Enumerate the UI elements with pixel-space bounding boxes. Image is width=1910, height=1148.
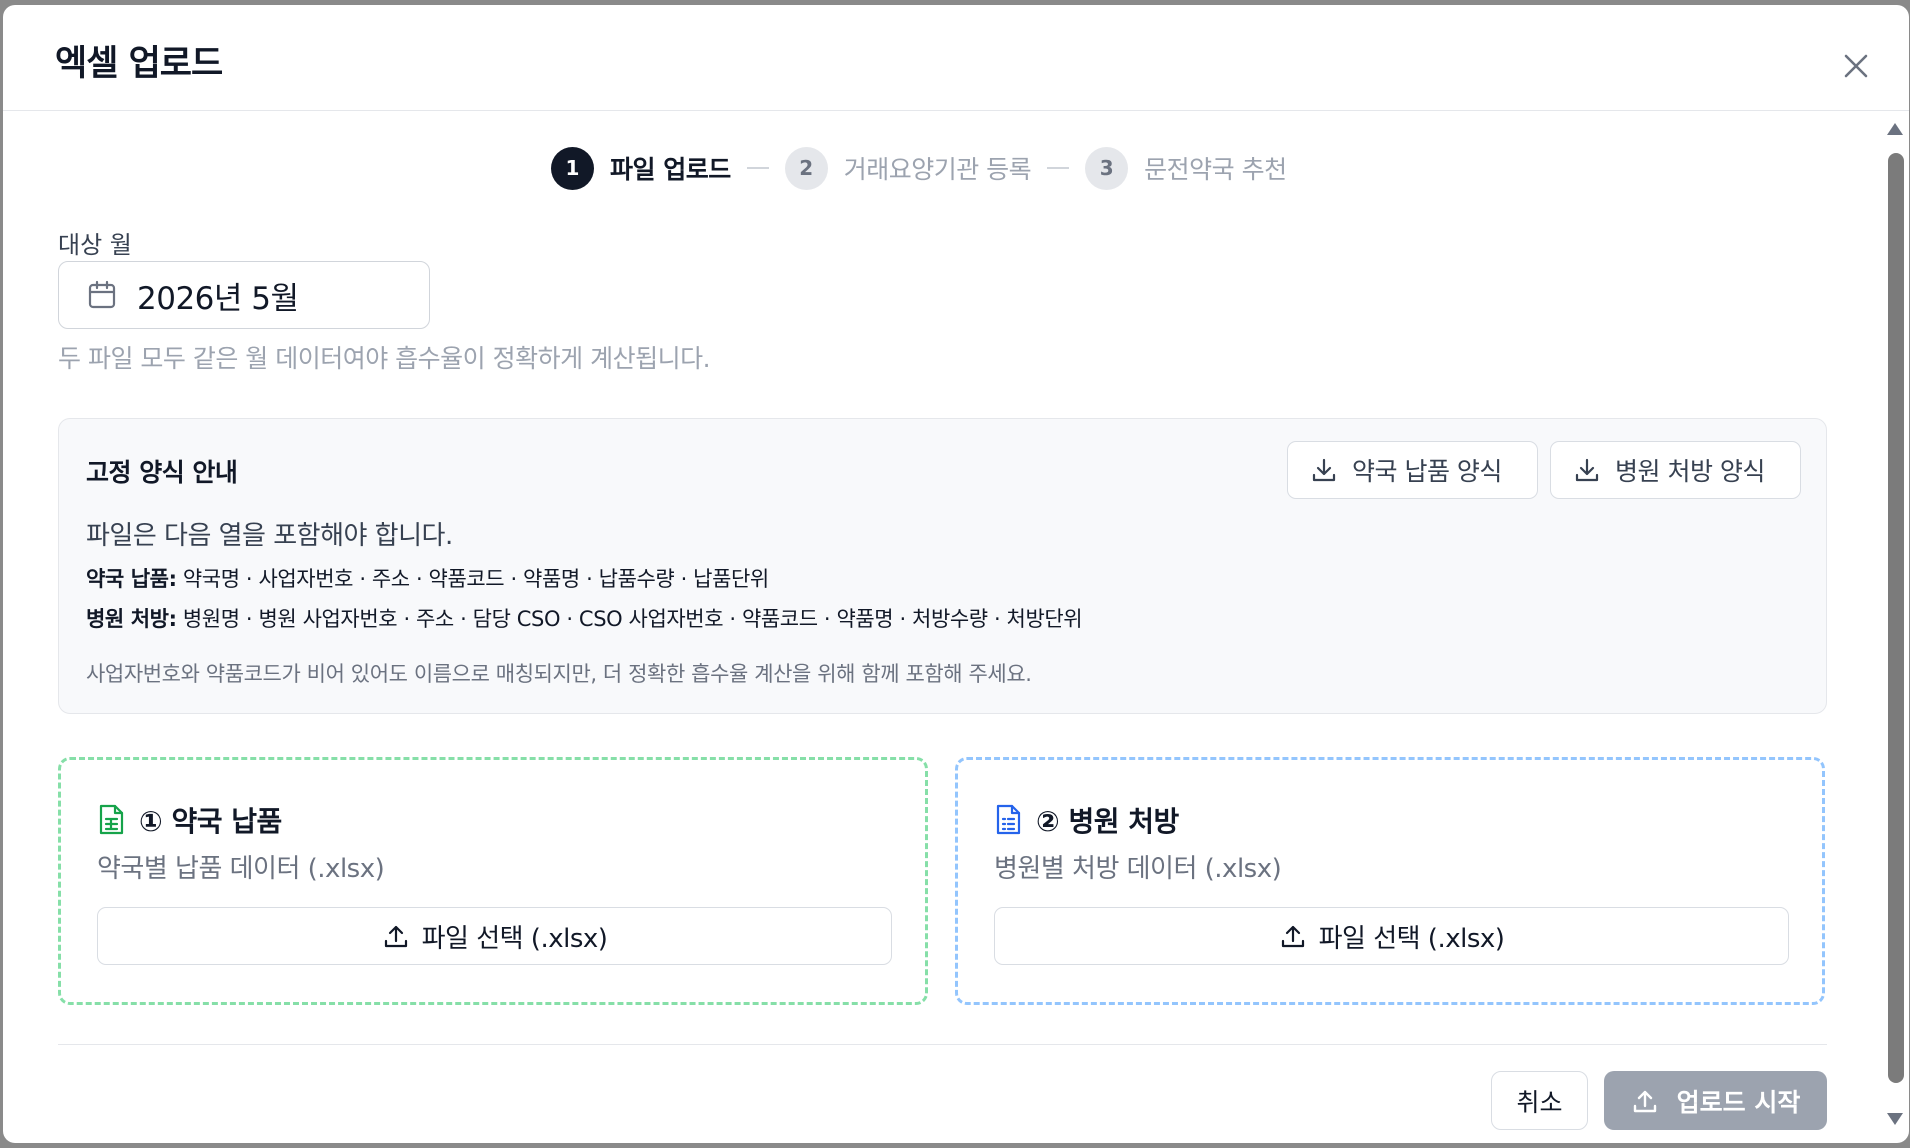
download-icon <box>1573 456 1601 484</box>
step-number: 3 <box>1085 146 1129 190</box>
document-icon <box>994 804 1022 836</box>
hospital-card-title: ② 병원 처방 <box>1036 805 1179 838</box>
pharmacy-columns: 약국 납품: 약국명 · 사업자번호 · 주소 · 약품코드 · 약품명 · 납… <box>86 563 769 593</box>
step-number: 2 <box>784 146 828 190</box>
hospital-card-title-row: ② 병원 처방 <box>994 800 1179 840</box>
download-pharmacy-template-button[interactable]: 약국 납품 양식 <box>1287 441 1538 499</box>
pharmacy-card-title: ① 약국 납품 <box>139 805 282 838</box>
format-guide: 고정 양식 안내 약국 납품 양식 병원 처방 양식 파일은 다음 열을 포함해… <box>58 418 1827 714</box>
month-value: 2026년 5월 <box>137 280 299 317</box>
pharmacy-card-title-row: ① 약국 납품 <box>97 800 282 840</box>
scroll-up-arrow-icon[interactable] <box>1887 123 1903 135</box>
guide-title: 고정 양식 안내 <box>86 458 238 487</box>
pharmacy-columns-key: 약국 납품: <box>86 567 177 591</box>
upload-icon <box>1631 1087 1659 1115</box>
pharmacy-file-select-label: 파일 선택 (.xlsx) <box>421 923 608 954</box>
download-hospital-template-button[interactable]: 병원 처방 양식 <box>1550 441 1801 499</box>
step-recommend-pharmacies: 3 문전약국 추천 <box>1085 146 1287 190</box>
upload-icon <box>1279 922 1307 950</box>
upload-icon <box>382 922 410 950</box>
month-label: 대상 월 <box>58 231 132 259</box>
pharmacy-file-select-button[interactable]: 파일 선택 (.xlsx) <box>97 907 892 965</box>
step-label: 거래요양기관 등록 <box>843 155 1032 184</box>
excel-upload-dialog: 엑셀 업로드 1 파일 업로드 2 거래요양기관 등록 3 문전약국 추천 대상… <box>3 5 1909 1143</box>
dialog-header: 엑셀 업로드 <box>3 5 1909 111</box>
month-help-text: 두 파일 모두 같은 월 데이터여야 흡수율이 정확하게 계산됩니다. <box>58 344 711 373</box>
step-divider <box>746 167 769 169</box>
hospital-upload-card: ② 병원 처방 병원별 처방 데이터 (.xlsx) 파일 선택 (.xlsx) <box>955 757 1825 1005</box>
spreadsheet-icon <box>97 804 125 836</box>
scroll-down-arrow-icon[interactable] <box>1887 1113 1903 1125</box>
download-hospital-template-label: 병원 처방 양식 <box>1615 457 1765 486</box>
month-picker[interactable]: 2026년 5월 <box>58 261 430 329</box>
pharmacy-upload-card: ① 약국 납품 약국별 납품 데이터 (.xlsx) 파일 선택 (.xlsx) <box>58 757 928 1005</box>
step-register-institutions: 2 거래요양기관 등록 <box>784 146 1032 190</box>
scrollbar[interactable] <box>1879 111 1909 1143</box>
pharmacy-columns-list: 약국명 · 사업자번호 · 주소 · 약품코드 · 약품명 · 납품수량 · 납… <box>182 567 769 591</box>
step-upload: 1 파일 업로드 <box>551 146 731 190</box>
cancel-button[interactable]: 취소 <box>1491 1071 1588 1130</box>
hospital-card-subtitle: 병원별 처방 데이터 (.xlsx) <box>994 854 1282 884</box>
hospital-file-select-label: 파일 선택 (.xlsx) <box>1318 923 1505 954</box>
step-label: 문전약국 추천 <box>1144 155 1287 184</box>
hospital-file-select-button[interactable]: 파일 선택 (.xlsx) <box>994 907 1789 965</box>
pharmacy-card-subtitle: 약국별 납품 데이터 (.xlsx) <box>97 854 385 884</box>
hospital-columns: 병원 처방: 병원명 · 병원 사업자번호 · 주소 · 담당 CSO · CS… <box>86 603 1083 633</box>
step-label: 파일 업로드 <box>610 155 731 184</box>
start-upload-label: 업로드 시작 <box>1676 1087 1801 1117</box>
hospital-columns-list: 병원명 · 병원 사업자번호 · 주소 · 담당 CSO · CSO 사업자번호… <box>182 607 1083 631</box>
download-pharmacy-template-label: 약국 납품 양식 <box>1352 457 1502 486</box>
start-upload-button[interactable]: 업로드 시작 <box>1604 1071 1827 1130</box>
step-divider <box>1047 167 1070 169</box>
dialog-title: 엑셀 업로드 <box>55 44 223 84</box>
guide-note: 사업자번호와 약품코드가 비어 있어도 이름으로 매칭되지만, 더 정확한 흡수… <box>86 662 1032 686</box>
hospital-columns-key: 병원 처방: <box>86 607 177 631</box>
guide-intro: 파일은 다음 열을 포함해야 합니다. <box>86 521 453 551</box>
download-icon <box>1310 456 1338 484</box>
step-number: 1 <box>551 146 594 190</box>
stepper: 1 파일 업로드 2 거래요양기관 등록 3 문전약국 추천 <box>551 145 1287 191</box>
scrollbar-thumb[interactable] <box>1888 153 1904 1083</box>
footer-divider <box>58 1044 1827 1045</box>
calendar-icon <box>87 280 117 310</box>
close-icon[interactable] <box>1839 49 1873 83</box>
